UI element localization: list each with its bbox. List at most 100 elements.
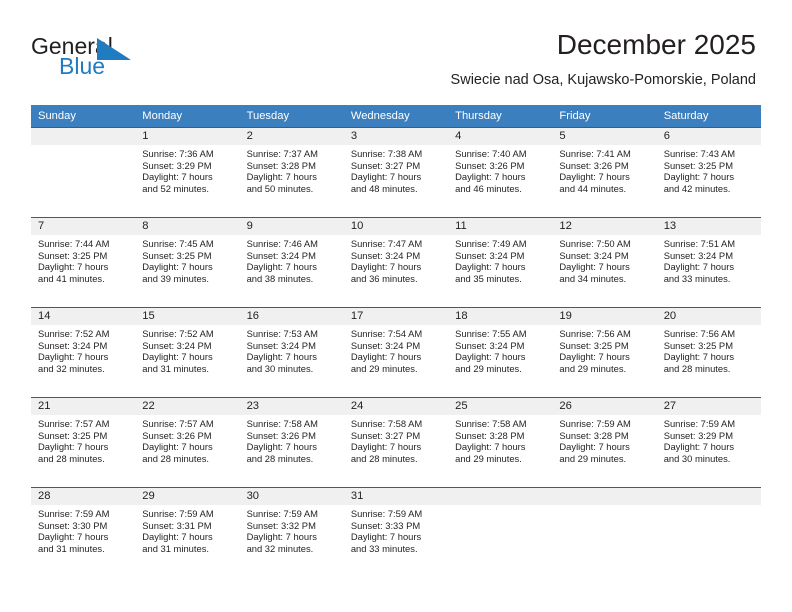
day-cell-body: 21 Sunrise: 7:57 AM Sunset: 3:25 PM Dayligh… xyxy=(31,397,136,487)
sunrise-text: Sunrise: 7:40 AM xyxy=(455,148,527,159)
calendar-day-cell[interactable]: 6 Sunrise: 7:43 AM Sunset: 3:25 PM Daylight… xyxy=(656,127,761,217)
sunrise-text: Sunrise: 7:57 AM xyxy=(142,418,214,429)
calendar-day-cell[interactable]: 21 Sunrise: 7:57 AM Sunset: 3:25 PM Dayligh… xyxy=(31,397,136,487)
calendar-day-cell[interactable]: 9 Sunrise: 7:46 AM Sunset: 3:24 PM Daylight… xyxy=(239,217,344,307)
sunrise-text: Sunrise: 7:52 AM xyxy=(38,328,110,339)
sunset-text: Sunset: 3:24 PM xyxy=(142,339,212,351)
day-cell-body: 22 Sunrise: 7:57 AM Sunset: 3:26 PM Dayligh… xyxy=(135,397,240,487)
day-number xyxy=(656,488,761,505)
calendar-day-cell[interactable]: 4 Sunrise: 7:40 AM Sunset: 3:26 PM Daylight… xyxy=(448,127,553,217)
sunset-text: Sunset: 3:27 PM xyxy=(350,159,421,171)
sunrise-text: Sunrise: 7:44 AM xyxy=(38,238,110,249)
calendar-day-cell[interactable]: 7 Sunrise: 7:44 AM Sunset: 3:25 PM Daylight… xyxy=(31,217,136,307)
sunset-text: Sunset: 3:24 PM xyxy=(246,339,316,351)
calendar-day-cell[interactable]: 16 Sunrise: 7:53 AM Sunset: 3:24 PM Dayligh… xyxy=(239,307,344,397)
day-cell-body: 8 Sunrise: 7:45 AM Sunset: 3:25 PM Daylight… xyxy=(135,217,240,307)
daylight-text-line2: and 28 minutes. xyxy=(38,452,105,464)
calendar-day-cell[interactable]: 18 Sunrise: 7:55 AM Sunset: 3:24 PM Dayligh… xyxy=(448,307,553,397)
day-details: Sunrise: 7:59 AM Sunset: 3:31 PM Daylight:… xyxy=(135,505,239,554)
weekday-header-wednesday: Wednesday xyxy=(343,105,449,127)
sunrise-text: Sunrise: 7:53 AM xyxy=(246,328,318,339)
calendar-day-cell[interactable]: 24 Sunrise: 7:58 AM Sunset: 3:27 PM Dayligh… xyxy=(343,397,449,487)
daylight-text-line1: Daylight: 7 hours xyxy=(246,441,317,453)
calendar-day-cell[interactable]: 17 Sunrise: 7:54 AM Sunset: 3:24 PM Dayligh… xyxy=(343,307,449,397)
calendar-day-cell[interactable]: 12 Sunrise: 7:50 AM Sunset: 3:24 PM Dayligh… xyxy=(552,217,657,307)
day-cell-body: 17 Sunrise: 7:54 AM Sunset: 3:24 PM Dayligh… xyxy=(343,307,449,397)
day-number: 20 xyxy=(656,308,761,325)
calendar-day-cell[interactable]: 30 Sunrise: 7:59 AM Sunset: 3:32 PM Dayligh… xyxy=(239,487,344,577)
day-cell-body: 18 Sunrise: 7:55 AM Sunset: 3:24 PM Dayligh… xyxy=(448,307,553,397)
calendar-day-cell[interactable]: 31 Sunrise: 7:59 AM Sunset: 3:33 PM Dayligh… xyxy=(343,487,449,577)
calendar-day-cell[interactable]: 22 Sunrise: 7:57 AM Sunset: 3:26 PM Dayligh… xyxy=(135,397,240,487)
calendar-day-cell[interactable]: 15 Sunrise: 7:52 AM Sunset: 3:24 PM Dayligh… xyxy=(135,307,240,397)
sunrise-text: Sunrise: 7:54 AM xyxy=(350,328,423,339)
sunset-text: Sunset: 3:24 PM xyxy=(455,339,525,351)
calendar-day-cell[interactable]: 29 Sunrise: 7:59 AM Sunset: 3:31 PM Dayligh… xyxy=(135,487,240,577)
calendar-day-cell[interactable]: 5 Sunrise: 7:41 AM Sunset: 3:26 PM Daylight… xyxy=(552,127,657,217)
daylight-text-line1: Daylight: 7 hours xyxy=(559,171,630,183)
calendar-day-cell[interactable]: 1 Sunrise: 7:36 AM Sunset: 3:29 PM Daylight… xyxy=(135,127,240,217)
day-number xyxy=(448,488,553,505)
daylight-text-line2: and 28 minutes. xyxy=(142,452,209,464)
general-blue-logo[interactable]: General Blue xyxy=(31,33,211,81)
daylight-text-line2: and 28 minutes. xyxy=(663,362,731,374)
calendar-day-cell[interactable]: 2 Sunrise: 7:37 AM Sunset: 3:28 PM Daylight… xyxy=(239,127,344,217)
day-number: 12 xyxy=(552,218,657,235)
day-details: Sunrise: 7:51 AM Sunset: 3:24 PM Daylight:… xyxy=(657,235,761,284)
daylight-text-line1: Daylight: 7 hours xyxy=(246,171,317,183)
daylight-text-line1: Daylight: 7 hours xyxy=(38,531,109,543)
daylight-text-line1: Daylight: 7 hours xyxy=(246,351,317,363)
day-cell-body: 20 Sunrise: 7:56 AM Sunset: 3:25 PM Dayligh… xyxy=(656,307,761,397)
day-details: Sunrise: 7:57 AM Sunset: 3:26 PM Daylight:… xyxy=(135,415,239,464)
calendar-day-cell[interactable]: 14 Sunrise: 7:52 AM Sunset: 3:24 PM Dayligh… xyxy=(31,307,136,397)
calendar-day-cell[interactable]: 26 Sunrise: 7:59 AM Sunset: 3:28 PM Dayligh… xyxy=(552,397,657,487)
daylight-text-line1: Daylight: 7 hours xyxy=(455,441,526,453)
calendar-day-cell[interactable]: 8 Sunrise: 7:45 AM Sunset: 3:25 PM Daylight… xyxy=(135,217,240,307)
day-number: 15 xyxy=(135,308,240,325)
calendar-week-row: 28 Sunrise: 7:59 AM Sunset: 3:30 PM Dayligh… xyxy=(31,487,761,577)
sunset-text: Sunset: 3:28 PM xyxy=(455,429,525,441)
calendar-day-cell[interactable]: 27 Sunrise: 7:59 AM Sunset: 3:29 PM Dayligh… xyxy=(656,397,761,487)
sunset-text: Sunset: 3:26 PM xyxy=(455,159,525,171)
sunset-text: Sunset: 3:25 PM xyxy=(663,339,733,351)
sunset-text: Sunset: 3:26 PM xyxy=(246,429,316,441)
day-number: 27 xyxy=(656,398,761,415)
sunrise-text: Sunrise: 7:58 AM xyxy=(455,418,527,429)
day-details: Sunrise: 7:38 AM Sunset: 3:27 PM Daylight:… xyxy=(344,145,448,194)
day-number: 10 xyxy=(343,218,449,235)
day-number: 23 xyxy=(239,398,344,415)
calendar-day-cell[interactable]: 13 Sunrise: 7:51 AM Sunset: 3:24 PM Dayligh… xyxy=(656,217,761,307)
daylight-text-line1: Daylight: 7 hours xyxy=(350,351,422,363)
sunset-text: Sunset: 3:25 PM xyxy=(142,249,212,261)
calendar-day-cell[interactable]: 10 Sunrise: 7:47 AM Sunset: 3:24 PM Dayligh… xyxy=(343,217,449,307)
weekday-header-saturday: Saturday xyxy=(656,105,761,127)
sunset-text: Sunset: 3:28 PM xyxy=(559,429,629,441)
daylight-text-line1: Daylight: 7 hours xyxy=(559,351,630,363)
sunset-text: Sunset: 3:24 PM xyxy=(246,249,316,261)
weekday-header-thursday: Thursday xyxy=(448,105,553,127)
sunrise-text: Sunrise: 7:58 AM xyxy=(246,418,318,429)
day-number: 24 xyxy=(343,398,449,415)
calendar-day-cell[interactable]: 25 Sunrise: 7:58 AM Sunset: 3:28 PM Dayligh… xyxy=(448,397,553,487)
day-details: Sunrise: 7:55 AM Sunset: 3:24 PM Daylight:… xyxy=(448,325,552,374)
calendar-day-cell[interactable]: 3 Sunrise: 7:38 AM Sunset: 3:27 PM Daylight… xyxy=(343,127,449,217)
daylight-text-line2: and 50 minutes. xyxy=(246,182,314,194)
day-number: 4 xyxy=(448,128,553,145)
calendar-day-cell[interactable]: 28 Sunrise: 7:59 AM Sunset: 3:30 PM Dayligh… xyxy=(31,487,136,577)
day-cell-body: 29 Sunrise: 7:59 AM Sunset: 3:31 PM Dayligh… xyxy=(135,487,240,577)
day-cell-body xyxy=(656,487,761,577)
sunrise-text: Sunrise: 7:47 AM xyxy=(350,238,423,249)
day-number: 30 xyxy=(239,488,344,505)
calendar-day-cell[interactable]: 23 Sunrise: 7:58 AM Sunset: 3:26 PM Dayligh… xyxy=(239,397,344,487)
calendar-day-cell[interactable]: 19 Sunrise: 7:56 AM Sunset: 3:25 PM Dayligh… xyxy=(552,307,657,397)
day-number: 9 xyxy=(239,218,344,235)
calendar-day-cell[interactable]: 11 Sunrise: 7:49 AM Sunset: 3:24 PM Dayligh… xyxy=(448,217,553,307)
page-header: General Blue December 2025 Swiecie nad O… xyxy=(0,0,792,100)
sunset-text: Sunset: 3:24 PM xyxy=(350,339,421,351)
sunrise-text: Sunrise: 7:58 AM xyxy=(350,418,423,429)
day-details: Sunrise: 7:58 AM Sunset: 3:27 PM Daylight:… xyxy=(344,415,448,464)
sunrise-text: Sunrise: 7:59 AM xyxy=(142,508,214,519)
calendar-day-cell[interactable]: 20 Sunrise: 7:56 AM Sunset: 3:25 PM Dayligh… xyxy=(656,307,761,397)
day-cell-body: 31 Sunrise: 7:59 AM Sunset: 3:33 PM Dayligh… xyxy=(343,487,449,577)
calendar-body: 1 Sunrise: 7:36 AM Sunset: 3:29 PM Daylight… xyxy=(31,127,761,577)
